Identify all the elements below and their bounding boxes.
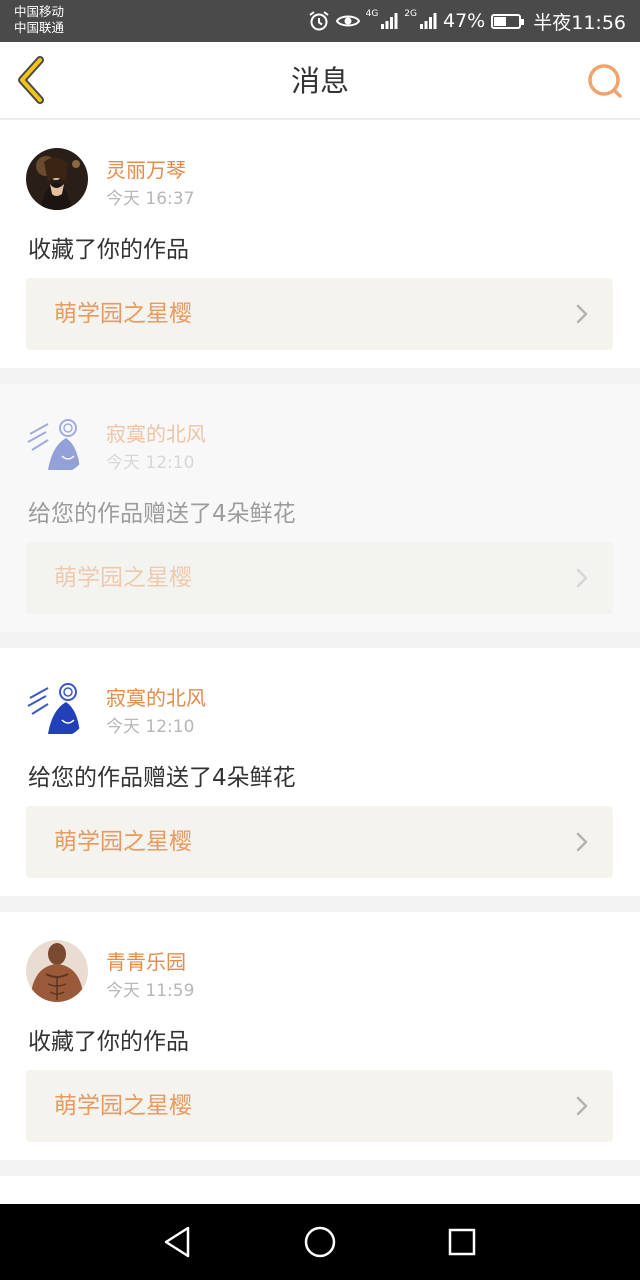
search-icon	[588, 64, 622, 98]
message-card: 寂寞的北风 今天 12:10 给您的作品赠送了4朵鲜花 萌学园之星樱	[0, 648, 640, 896]
signal-icon	[381, 13, 398, 29]
chevron-right-icon	[576, 304, 588, 324]
work-title: 萌学园之星樱	[54, 301, 192, 327]
avatar[interactable]	[26, 940, 88, 1002]
status-bar: 中国移动 中国联通 4G 2G 47% 半夜11:56	[0, 0, 640, 42]
alarm-icon	[308, 11, 329, 31]
recents-square-icon	[448, 1228, 476, 1256]
username[interactable]: 寂寞的北风	[106, 682, 206, 711]
network-type-2: 2G	[404, 9, 417, 19]
work-link[interactable]: 萌学园之星樱	[26, 278, 613, 350]
message-text: 收藏了你的作品	[28, 1029, 189, 1055]
clock: 半夜11:56	[533, 11, 626, 34]
search-button[interactable]	[586, 62, 624, 100]
chevron-right-icon	[576, 568, 588, 588]
message-card: 灵丽万琴 今天 16:37 收藏了你的作品 萌学园之星樱	[0, 120, 640, 368]
signal-icon	[420, 13, 437, 29]
carrier-1: 中国移动	[14, 4, 65, 19]
nav-home-button[interactable]	[300, 1222, 340, 1262]
timestamp: 今天 12:10	[106, 453, 195, 473]
timestamp: 今天 12:10	[106, 717, 195, 737]
app-header: 消息	[0, 42, 640, 120]
nav-recents-button[interactable]	[442, 1222, 482, 1262]
nav-back-button[interactable]	[158, 1222, 198, 1262]
home-circle-icon	[304, 1226, 336, 1258]
work-link[interactable]: 萌学园之星樱	[26, 806, 613, 878]
message-card: 寂寞的北风 今天 12:10 给您的作品赠送了4朵鲜花 萌学园之星樱	[0, 384, 640, 632]
timestamp: 今天 11:59	[106, 981, 195, 1001]
message-card: 青青乐园 今天 11:59 收藏了你的作品 萌学园之星樱	[0, 912, 640, 1160]
battery-percent: 47%	[443, 10, 486, 32]
back-button[interactable]	[14, 56, 54, 104]
username[interactable]: 青青乐园	[106, 946, 186, 975]
work-title: 萌学园之星樱	[54, 565, 192, 591]
username[interactable]: 灵丽万琴	[106, 154, 186, 183]
network-type-1: 4G	[365, 9, 379, 19]
carrier-info: 中国移动 中国联通	[14, 4, 64, 36]
chevron-right-icon	[576, 1096, 588, 1116]
avatar[interactable]	[26, 148, 88, 210]
chevron-left-icon	[18, 56, 44, 104]
chevron-right-icon	[576, 832, 588, 852]
page-title: 消息	[290, 64, 349, 98]
avatar[interactable]	[26, 676, 88, 738]
battery-icon	[491, 13, 525, 29]
back-triangle-icon	[164, 1226, 190, 1258]
carrier-2: 中国联通	[14, 20, 65, 35]
system-nav-bar	[0, 1204, 640, 1280]
avatar[interactable]	[26, 412, 88, 474]
message-text: 给您的作品赠送了4朵鲜花	[28, 765, 296, 791]
status-icons: 4G 2G 47% 半夜11:56	[308, 0, 626, 42]
work-link[interactable]: 萌学园之星樱	[26, 1070, 613, 1142]
work-title: 萌学园之星樱	[54, 1093, 192, 1119]
message-text: 收藏了你的作品	[28, 237, 189, 263]
message-text: 给您的作品赠送了4朵鲜花	[28, 501, 296, 527]
work-title: 萌学园之星樱	[54, 829, 192, 855]
username[interactable]: 寂寞的北风	[106, 418, 206, 447]
eye-icon	[335, 15, 360, 27]
work-link[interactable]: 萌学园之星樱	[26, 542, 613, 614]
timestamp: 今天 16:37	[106, 189, 195, 209]
